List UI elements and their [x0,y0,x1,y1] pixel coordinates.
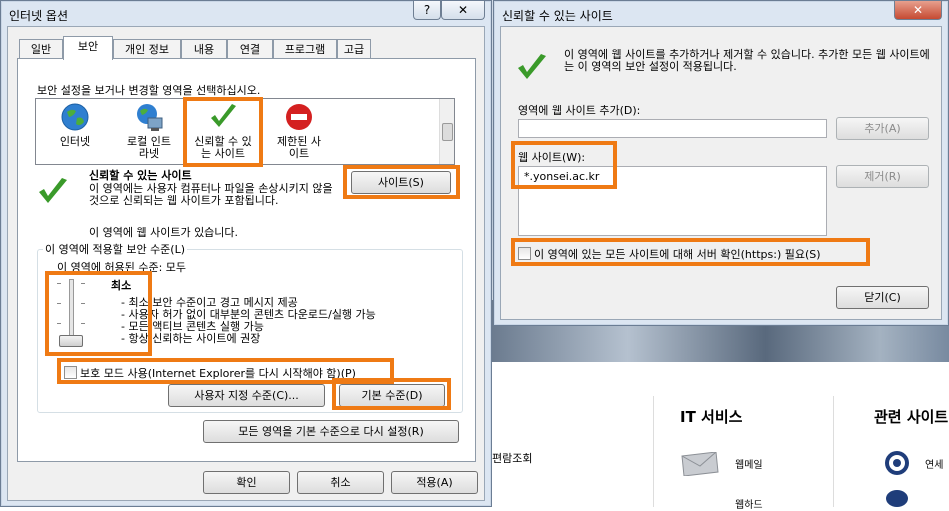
slider-thumb[interactable] [59,335,83,347]
yonsei-seal-icon [884,450,910,476]
security-level-slider[interactable] [55,279,91,349]
add-site-label: 영역에 웹 사이트 추가(D): [518,104,641,117]
dialog-description: 이 영역에 웹 사이트를 추가하거나 제거할 수 있습니다. 추가한 모든 웹 … [564,48,930,73]
zone-title: 신뢰할 수 있는 사이트 [89,169,192,182]
zone-trusted-label: 신뢰할 수 있는 사이트 [194,135,252,160]
zone-list-scrollbar[interactable] [439,99,454,164]
close-icon[interactable]: ✕ [894,1,942,20]
internet-options-dialog: 인터넷 옵션 ? ✕ 일반 보안 개인 정보 내용 연결 프로그램 고급 보안 … [0,0,492,507]
sites-button[interactable]: 사이트(S) [351,171,451,194]
dialog-title: 인터넷 옵션 [9,9,69,23]
add-site-input[interactable] [518,119,827,138]
related-sites-title: 관련 사이트 [874,408,949,426]
security-level-label: 이 영역에 적용할 보안 수준(L) [43,241,188,257]
tab-security[interactable]: 보안 [63,36,113,60]
protected-mode-label: 보호 모드 사용(Internet Explorer를 다시 시작해야 함)(P… [80,367,356,380]
checkmark-icon [516,53,548,83]
globe-icon [60,102,90,132]
zone-note: 이 영역에 웹 사이트가 있습니다. [89,226,239,239]
add-button[interactable]: 추가(A) [836,117,929,140]
tab-content[interactable]: 내용 [181,39,227,59]
webmail-link[interactable]: 웹메일 [735,456,763,471]
web-page-content: 편람조회 IT 서비스 웹메일 웹하드 관련 사이트 연세 [490,362,949,511]
dialog-titlebar: 인터넷 옵션 ? ✕ [1,1,491,25]
it-services-title: IT 서비스 [680,408,743,426]
tab-general[interactable]: 일반 [19,39,63,59]
https-label: 이 영역에 있는 모든 사이트에 대해 서버 확인(https:) 필요(S) [534,248,821,261]
https-checkbox[interactable] [518,247,531,260]
checkmark-icon [208,102,238,132]
tab-connections[interactable]: 연결 [227,39,273,59]
protected-mode-checkbox[interactable] [64,366,77,379]
link-course-catalog[interactable]: 편람조회 [492,450,532,466]
allowed-level-text: 이 영역에 허용된 수준: 모두 [57,261,187,274]
default-level-button[interactable]: 기본 수준(D) [339,384,445,407]
zone-intranet-label: 로컬 인트라넷 [127,135,171,160]
security-level-name: 최소 [111,279,132,292]
zone-restricted[interactable]: 제한된 사이트 [265,100,333,160]
zone-internet[interactable]: 인터넷 [41,100,109,148]
close-dialog-button[interactable]: 닫기(C) [836,286,929,309]
db-icon [886,490,908,507]
tab-privacy[interactable]: 개인 정보 [113,39,181,59]
zone-description: 이 영역에는 사용자 컴퓨터나 파일을 손상시키지 않을 것으로 신뢰되는 웹 … [89,182,333,207]
trusted-sites-dialog: 신뢰할 수 있는 사이트 ✕ 이 영역에 웹 사이트를 추가하거나 제거할 수 … [493,0,949,326]
remove-button[interactable]: 제거(R) [836,165,929,188]
cancel-button[interactable]: 취소 [297,471,384,494]
ok-button[interactable]: 확인 [203,471,290,494]
yonsei-link[interactable]: 연세 [925,456,943,471]
level-desc-4: - 항상 신뢰하는 사이트에 권장 [121,332,261,345]
dialog-title: 신뢰할 수 있는 사이트 [502,9,613,23]
reset-all-zones-button[interactable]: 모든 영역을 기본 수준으로 다시 설정(R) [203,420,459,443]
tab-advanced[interactable]: 고급 [337,39,371,59]
zone-restricted-label: 제한된 사이트 [277,135,321,160]
trusted-zone-check-icon [37,177,69,207]
close-button[interactable]: ✕ [441,1,485,20]
apply-button[interactable]: 적용(A) [391,471,478,494]
mail-icon [680,451,720,477]
websites-label: 웹 사이트(W): [518,151,586,164]
restricted-icon [284,102,314,132]
website-item[interactable]: *.yonsei.ac.kr [524,170,599,183]
websites-list[interactable]: *.yonsei.ac.kr [518,166,827,236]
zone-intranet[interactable]: 로컬 인트라넷 [115,100,183,160]
custom-level-button[interactable]: 사용자 지정 수준(C)... [168,384,325,407]
webhard-link[interactable]: 웹하드 [735,496,763,511]
zone-instruction: 보안 설정을 보거나 변경할 영역을 선택하십시오. [37,84,261,97]
dialog-titlebar: 신뢰할 수 있는 사이트 ✕ [494,1,948,25]
help-button[interactable]: ? [413,1,441,20]
zone-internet-label: 인터넷 [59,135,91,148]
tab-programs[interactable]: 프로그램 [273,39,337,59]
intranet-icon [134,102,164,132]
zone-trusted[interactable]: 신뢰할 수 있는 사이트 [191,100,255,160]
